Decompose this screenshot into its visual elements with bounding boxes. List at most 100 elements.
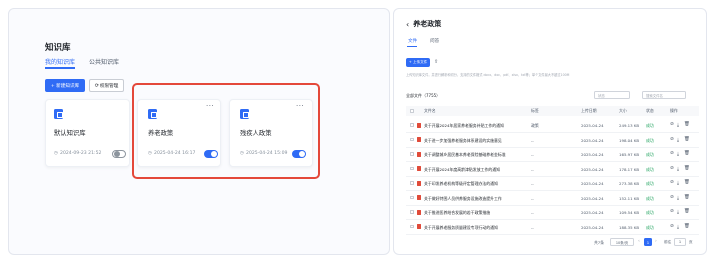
jump-suffix: 页 xyxy=(689,240,693,244)
col-header-status: 状态 xyxy=(646,108,654,113)
file-status: 成功 xyxy=(646,152,654,157)
file-name[interactable]: 关于开展2024年居家养老服务补贴工作的通知 xyxy=(424,123,524,129)
delete-icon[interactable]: 🗑︎ xyxy=(684,151,690,156)
tab-qa[interactable]: 问答 xyxy=(430,38,439,44)
file-status: 成功 xyxy=(646,137,654,143)
col-header-date: 上传日期 xyxy=(581,108,597,113)
delete-icon[interactable]: 🗑︎ xyxy=(684,195,690,200)
file-tag: -- xyxy=(531,210,534,215)
file-size: 165.97 KB xyxy=(619,152,640,157)
download-icon[interactable]: ⤓ xyxy=(677,209,679,215)
tab-public-knowledge-base[interactable]: 公共知识库 xyxy=(89,57,119,66)
delete-icon[interactable]: 🗑︎ xyxy=(684,166,690,171)
jump-page-input[interactable]: 1 xyxy=(674,238,686,246)
col-header-actions: 操作 xyxy=(670,108,678,113)
file-count: 全部文件（7755） xyxy=(406,93,441,98)
row-checkbox[interactable] xyxy=(410,166,414,170)
row-checkbox[interactable] xyxy=(410,137,414,141)
row-divider xyxy=(406,132,699,133)
knowledge-base-detail-panel: ‹ 养老政策 文件 问答 + 上传文件 ⇪ 上传知识库文件，并进行解析和切分，支… xyxy=(393,8,707,255)
row-checkbox[interactable] xyxy=(410,224,414,228)
page-size-value: 10条/页 xyxy=(615,240,629,245)
card-date: 2024-09-23 21:52 xyxy=(60,151,102,156)
row-checkbox[interactable] xyxy=(410,210,414,214)
row-checkbox[interactable] xyxy=(410,181,414,185)
delete-icon[interactable]: 🗑︎ xyxy=(684,137,690,142)
file-size: 152.11 KB xyxy=(619,195,640,201)
download-icon[interactable]: ⤓ xyxy=(677,151,679,157)
file-name[interactable]: 关于做好特困人员供养服务设施改造提升工作 xyxy=(424,196,524,202)
link-icon[interactable]: ⊘ xyxy=(670,195,674,200)
download-icon[interactable]: ⤓ xyxy=(677,224,679,230)
file-tag: -- xyxy=(531,195,534,201)
row-checkbox[interactable] xyxy=(410,123,414,127)
pdf-file-icon xyxy=(417,209,421,215)
pdf-file-icon xyxy=(417,122,421,128)
row-checkbox[interactable] xyxy=(410,195,414,199)
select-all-checkbox[interactable] xyxy=(410,109,414,113)
card-date-row: ◷ 2024-09-23 21:52 xyxy=(54,151,101,156)
file-status: 成功 xyxy=(646,181,654,186)
tab-files[interactable]: 文件 xyxy=(408,38,417,44)
pagination: 共7条 10条/页 ‹ 1 › 前往 1 页 xyxy=(406,237,699,249)
search-placeholder: 搜索文件名 xyxy=(646,93,663,98)
next-page-icon[interactable]: › xyxy=(655,239,657,244)
row-divider xyxy=(406,233,699,235)
refresh-icon: ⟳ xyxy=(94,82,99,89)
link-icon[interactable]: ⊘ xyxy=(670,137,674,142)
row-checkbox[interactable] xyxy=(410,152,414,156)
delete-icon[interactable]: 🗑︎ xyxy=(684,122,690,127)
file-status: 成功 xyxy=(646,195,654,201)
file-name[interactable]: 关于开展养老服务质量建设专项行动的通知 xyxy=(424,225,524,231)
enable-toggle[interactable] xyxy=(112,150,126,158)
link-icon[interactable]: ⊘ xyxy=(670,180,674,185)
file-date: 2025-04-24 xyxy=(581,123,604,128)
col-header-tag: 标签 xyxy=(531,108,539,113)
back-chevron-icon[interactable]: ‹ xyxy=(406,20,409,29)
download-icon[interactable]: ⤓ xyxy=(677,195,679,201)
detail-title: 养老政策 xyxy=(413,20,442,28)
file-name[interactable]: 关于印发养老机构等级评定管理办法的通知 xyxy=(424,181,524,187)
download-icon[interactable]: ⤓ xyxy=(677,122,679,128)
file-size: 188.35 KB xyxy=(619,224,640,230)
pdf-file-icon xyxy=(417,166,421,171)
download-icon[interactable]: ⤓ xyxy=(677,166,679,172)
download-icon[interactable]: ⤓ xyxy=(677,137,679,143)
link-icon[interactable]: ⊘ xyxy=(670,209,674,214)
delete-icon[interactable]: 🗑︎ xyxy=(684,224,690,229)
delete-icon[interactable]: 🗑︎ xyxy=(684,180,690,185)
file-name[interactable]: 关于进一步加强养老服务体系建设的实施意见 xyxy=(424,138,524,144)
permission-manage-button[interactable]: ⟳ 权限管理 xyxy=(89,79,124,92)
row-divider xyxy=(406,219,699,220)
file-name[interactable]: 关于调整城乡居民基本养老保险基础养老金标准 xyxy=(424,152,524,158)
active-tab-indicator xyxy=(45,67,75,69)
clock-icon: ◷ xyxy=(54,151,59,156)
pagination-total: 共7条 xyxy=(594,240,605,245)
file-date: 2025-04-24 xyxy=(581,181,604,186)
status-filter-select[interactable]: 状态 xyxy=(594,91,630,99)
download-icon[interactable]: ⤓ xyxy=(677,180,679,186)
prev-page-icon[interactable]: ‹ xyxy=(638,239,640,244)
page-button-current[interactable]: 1 xyxy=(644,238,652,246)
delete-icon[interactable]: 🗑︎ xyxy=(684,209,690,214)
page-size-select[interactable]: 10条/页 xyxy=(610,238,634,246)
new-knowledge-base-button[interactable]: + 新建知识库 xyxy=(45,79,85,92)
file-name[interactable]: 关于推进医养结合发展的若干政策措施 xyxy=(424,210,524,216)
link-icon[interactable]: ⊘ xyxy=(670,151,674,156)
upload-folder-icon[interactable]: ⇪ xyxy=(434,59,438,65)
table-header xyxy=(406,106,699,116)
tab-my-knowledge-base[interactable]: 我的知识库 xyxy=(45,57,75,66)
current-page-number: 1 xyxy=(646,239,650,245)
upload-file-button[interactable]: + 上传文件 xyxy=(406,58,430,67)
file-search-input[interactable]: 搜索文件名 xyxy=(642,91,686,99)
file-name[interactable]: 关于开展2024年度高龄津贴发放工作的通知 xyxy=(424,167,524,173)
file-date: 2025-04-24 xyxy=(581,224,604,230)
file-status: 成功 xyxy=(646,123,654,128)
link-icon[interactable]: ⊘ xyxy=(670,224,674,229)
file-tag: 政策 xyxy=(531,123,539,128)
link-icon[interactable]: ⊘ xyxy=(670,122,674,127)
link-icon[interactable]: ⊘ xyxy=(670,166,674,171)
detail-header: ‹ 养老政策 xyxy=(406,19,441,29)
knowledge-base-card[interactable]: 默认知识库 ◷ 2024-09-23 21:52 xyxy=(45,99,130,167)
jump-label: 前往 xyxy=(664,240,672,244)
